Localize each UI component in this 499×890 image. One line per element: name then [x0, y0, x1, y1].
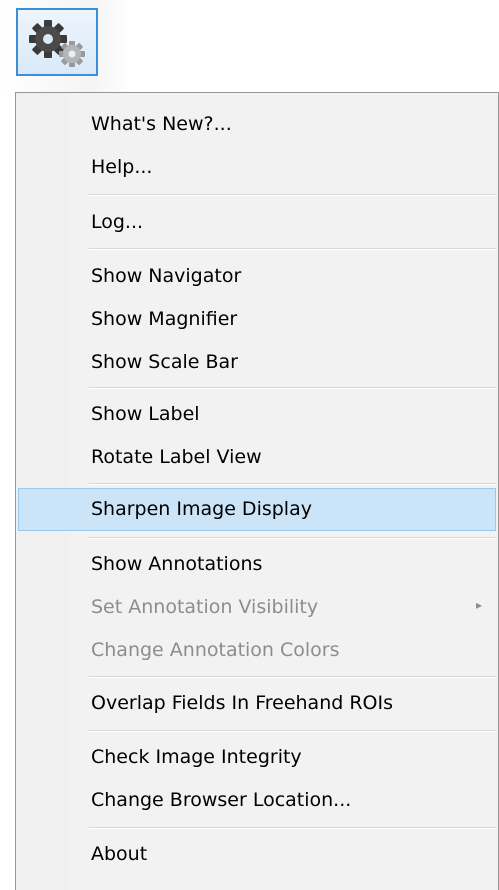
menu-item-label: Check Image Integrity: [91, 746, 302, 768]
menu-item-label: Show Annotations: [91, 553, 263, 575]
menu-item-label: Rotate Label View: [91, 446, 262, 468]
menu-item-label: Show Navigator: [91, 265, 242, 287]
menu-item-check-image-integrity[interactable]: Check Image Integrity: [18, 736, 496, 779]
menu-item-label: Change Annotation Colors: [91, 639, 340, 661]
menu-item-show-magnifier[interactable]: Show Magnifier: [18, 298, 496, 341]
menu-item-show-navigator[interactable]: Show Navigator: [18, 255, 496, 298]
menu-separator: [89, 387, 496, 389]
menu-item-label: Sharpen Image Display: [91, 498, 312, 520]
menu-item-sharpen-image-display[interactable]: Sharpen Image Display: [18, 488, 496, 531]
menu-item-label: About: [91, 843, 148, 865]
menu-item-help[interactable]: Help...: [18, 146, 496, 189]
menu-item-rotate-label-view[interactable]: Rotate Label View: [18, 436, 496, 479]
menu-separator: [89, 483, 496, 485]
menu-item-label: Overlap Fields In Freehand ROIs: [91, 692, 394, 714]
menu-separator: [89, 827, 496, 829]
menu-separator: [89, 537, 496, 539]
menu-item-label: Set Annotation Visibility: [91, 596, 319, 618]
menu-item-label: What's New?...: [91, 113, 232, 135]
gears-icon: [29, 20, 85, 67]
menu-item-log[interactable]: Log...: [18, 201, 496, 244]
settings-menu-button[interactable]: [16, 8, 98, 76]
menu-item-show-scale-bar[interactable]: Show Scale Bar: [18, 341, 496, 384]
menu-item-label: Help...: [91, 156, 153, 178]
menu-separator: [89, 730, 496, 732]
toolbar: [0, 0, 130, 92]
menu-item-label: Log...: [91, 211, 144, 233]
menu-item-label: Show Scale Bar: [91, 351, 238, 373]
menu-separator: [89, 248, 496, 250]
menu-item-show-annotations[interactable]: Show Annotations: [18, 543, 496, 586]
menu-item-show-label[interactable]: Show Label: [18, 393, 496, 436]
submenu-arrow-icon: ▸: [475, 598, 482, 612]
menu-item-label: Change Browser Location...: [91, 789, 352, 811]
menu-item-label: Show Label: [91, 403, 200, 425]
menu-item-about[interactable]: About: [18, 833, 496, 876]
settings-dropdown-menu: What's New?... Help... Log... Show Navig…: [15, 92, 499, 890]
menu-item-change-annotation-colors[interactable]: Change Annotation Colors: [18, 629, 496, 672]
menu-item-set-annotation-visibility[interactable]: Set Annotation Visibility ▸: [18, 586, 496, 629]
menu-item-label: Show Magnifier: [91, 308, 238, 330]
menu-item-overlap-fields[interactable]: Overlap Fields In Freehand ROIs: [18, 682, 496, 725]
menu-item-change-browser-location[interactable]: Change Browser Location...: [18, 779, 496, 822]
menu-separator: [89, 676, 496, 678]
menu-separator: [89, 194, 496, 196]
menu-item-whats-new[interactable]: What's New?...: [18, 103, 496, 146]
